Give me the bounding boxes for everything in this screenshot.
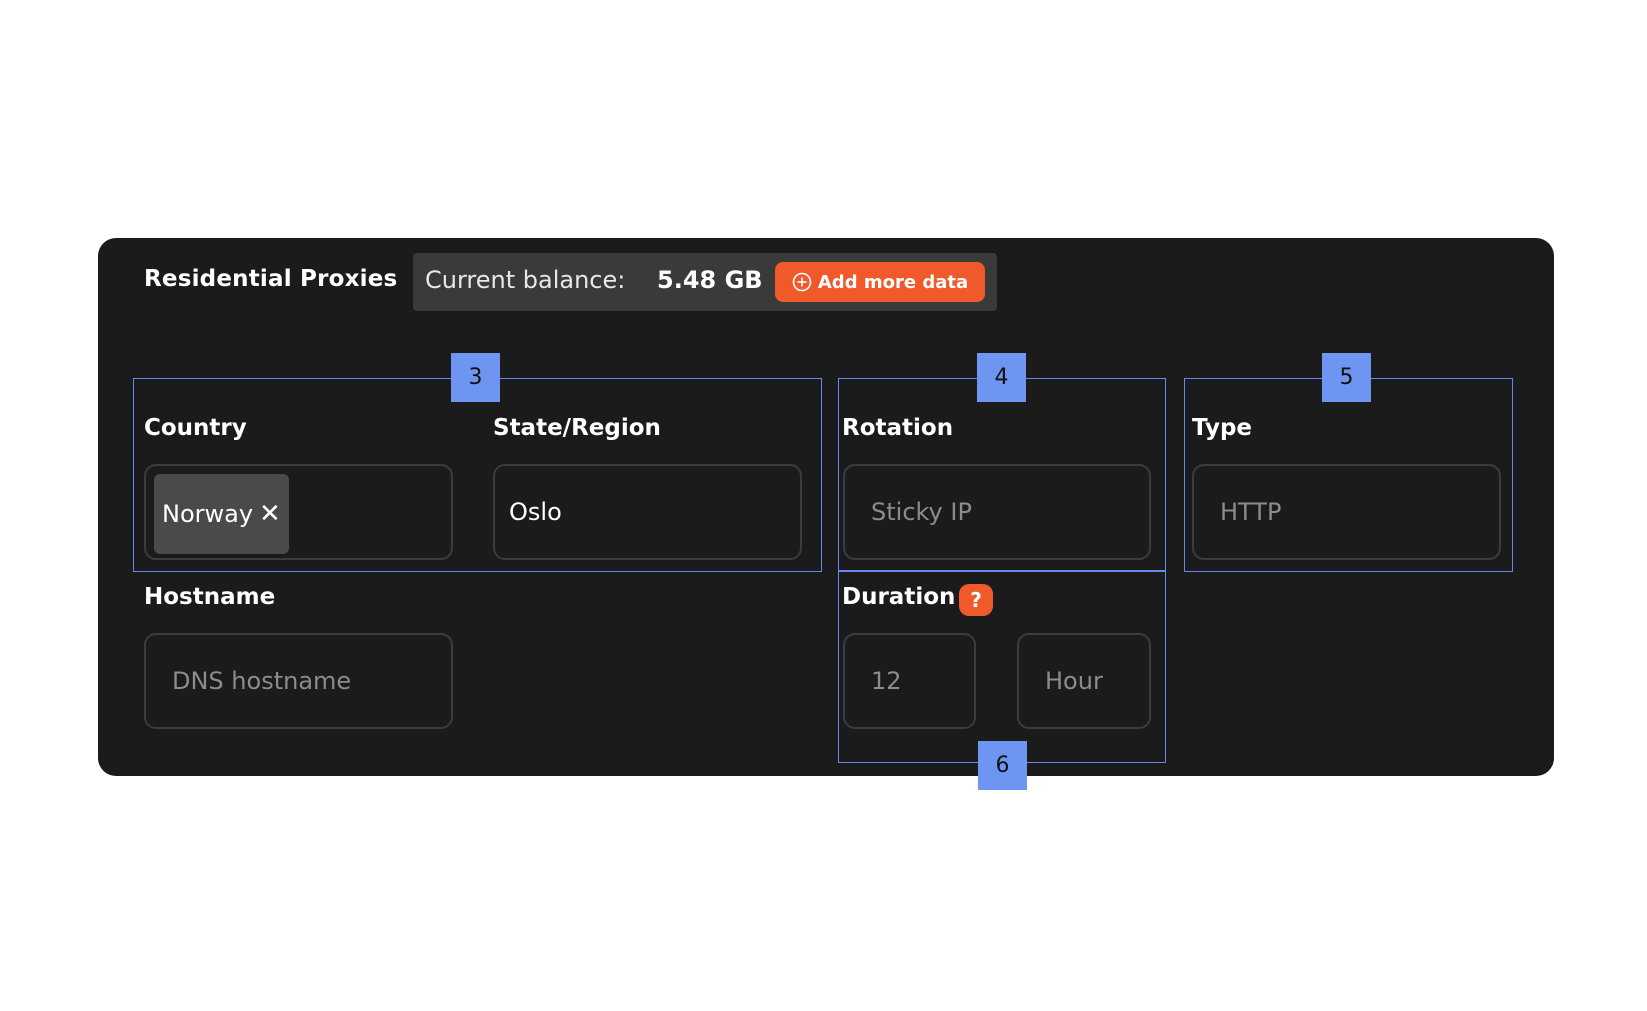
duration-label: Duration — [842, 584, 956, 610]
rotation-placeholder: Sticky IP — [871, 498, 972, 526]
question-icon[interactable]: ? — [959, 584, 993, 616]
duration-unit-placeholder: Hour — [1045, 667, 1103, 695]
hostname-input[interactable]: DNS hostname — [144, 633, 453, 729]
plus-circle-icon — [792, 272, 812, 292]
add-more-data-label: Add more data — [817, 271, 969, 293]
country-label: Country — [144, 415, 247, 441]
duration-unit-select[interactable]: Hour — [1017, 633, 1151, 729]
duration-amount-input[interactable]: 12 — [843, 633, 976, 729]
annotation-badge-6: 6 — [978, 741, 1027, 790]
annotation-badge-3: 3 — [451, 353, 500, 402]
type-placeholder: HTTP — [1220, 498, 1282, 526]
rotation-label: Rotation — [842, 415, 954, 441]
state-region-select[interactable]: Oslo — [493, 464, 802, 560]
hostname-placeholder: DNS hostname — [172, 667, 352, 695]
type-label: Type — [1192, 415, 1253, 441]
country-chip: Norway ✕ — [154, 474, 289, 554]
state-region-value: Oslo — [509, 498, 562, 526]
annotation-badge-5: 5 — [1322, 353, 1371, 402]
close-icon[interactable]: ✕ — [259, 501, 281, 527]
add-more-data-button[interactable]: Add more data — [775, 262, 985, 302]
annotation-badge-4: 4 — [977, 353, 1026, 402]
page-title: Residential Proxies — [144, 266, 398, 292]
type-select[interactable]: HTTP — [1192, 464, 1501, 560]
country-select[interactable]: Norway ✕ — [144, 464, 453, 560]
balance-label: Current balance: — [425, 266, 626, 294]
hostname-label: Hostname — [144, 584, 276, 610]
rotation-select[interactable]: Sticky IP — [843, 464, 1151, 560]
state-region-label: State/Region — [493, 415, 661, 441]
balance-value: 5.48 GB — [657, 266, 763, 294]
duration-amount-placeholder: 12 — [871, 667, 902, 695]
country-chip-label: Norway — [162, 500, 254, 528]
